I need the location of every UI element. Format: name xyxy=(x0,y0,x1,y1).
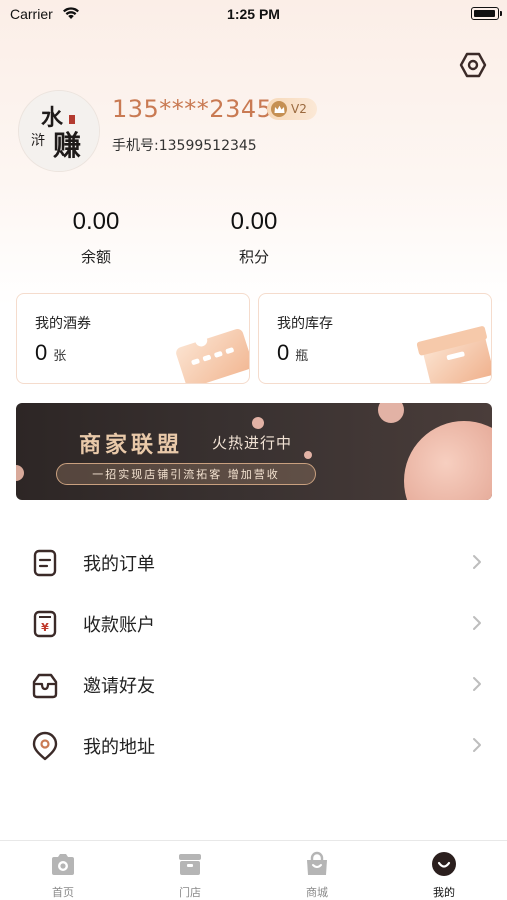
avatar[interactable]: 水 浒 赚 xyxy=(18,90,100,172)
svg-text:赚: 赚 xyxy=(53,129,81,162)
wine-voucher-unit: 张 xyxy=(53,349,67,364)
battery-icon xyxy=(471,7,502,20)
chevron-right-icon xyxy=(473,555,481,569)
points-value: 0.00 xyxy=(230,208,278,235)
tab-home[interactable]: 首页 xyxy=(0,841,126,900)
tab-mall[interactable]: 商城 xyxy=(254,841,380,900)
balance-label: 余额 xyxy=(80,248,111,266)
inventory-unit: 瓶 xyxy=(295,349,309,364)
balance-stat[interactable]: 0.00 余额 xyxy=(36,208,156,267)
tab-mine[interactable]: 我的 xyxy=(381,841,507,900)
menu-label-invite-friends: 邀请好友 xyxy=(83,676,155,697)
order-icon xyxy=(33,549,57,577)
decor-bubble xyxy=(404,421,492,500)
username: 135****2345 xyxy=(112,95,273,123)
decor-bubble xyxy=(252,417,264,429)
merchant-alliance-banner[interactable]: 商家联盟 火热进行中 一招实现店铺引流拓客 增加营收 xyxy=(16,403,492,500)
inventory-count: 0 瓶 xyxy=(277,340,308,366)
menu-label-orders: 我的订单 xyxy=(83,554,155,575)
inventory-title: 我的库存 xyxy=(277,316,333,332)
inventory-number: 0 xyxy=(277,340,290,365)
settings-button[interactable] xyxy=(456,48,490,82)
wine-voucher-number: 0 xyxy=(35,340,48,365)
menu-item-invite-friends[interactable]: 邀请好友 xyxy=(0,656,507,712)
tab-label-mall: 商城 xyxy=(306,886,328,899)
svg-text:水: 水 xyxy=(41,105,64,131)
wine-voucher-title: 我的酒券 xyxy=(35,316,91,332)
banner-tagline: 一招实现店铺引流拓客 增加营收 xyxy=(92,468,280,481)
ticket-illustration-icon xyxy=(176,329,249,383)
decor-bubble xyxy=(378,403,404,423)
points-label: 积分 xyxy=(238,248,269,266)
tab-label-store: 门店 xyxy=(179,886,201,899)
svg-text:浒: 浒 xyxy=(31,133,45,149)
vip-badge[interactable]: V2 xyxy=(267,98,317,120)
profile-page: Carrier 1:25 PM 水 浒 赚 135****2345 V2 手机号 xyxy=(0,0,507,900)
box-illustration-icon xyxy=(416,326,491,383)
crown-icon xyxy=(271,101,287,117)
bottom-tab-bar: 首页 门店 商城 我的 xyxy=(0,840,507,900)
svg-text:¥: ¥ xyxy=(41,621,49,634)
vip-level: V2 xyxy=(291,102,307,116)
gear-icon xyxy=(459,52,487,78)
inventory-card[interactable]: 我的库存 0 瓶 xyxy=(258,293,492,384)
tab-label-mine: 我的 xyxy=(433,886,455,899)
camera-home-icon xyxy=(52,854,74,875)
clock: 1:25 PM xyxy=(227,6,280,22)
avatar-calligraphy-logo: 水 浒 赚 xyxy=(19,91,99,171)
chevron-right-icon xyxy=(473,677,481,691)
banner-title: 商家联盟 xyxy=(79,432,184,458)
banner-tagline-pill: 一招实现店铺引流拓客 增加营收 xyxy=(56,463,316,485)
phone-number: 手机号:13599512345 xyxy=(112,138,257,154)
tab-label-home: 首页 xyxy=(52,886,74,899)
profile-smile-icon xyxy=(432,852,456,876)
chevron-right-icon xyxy=(473,616,481,630)
menu-item-payment-account[interactable]: ¥ 收款账户 xyxy=(0,595,507,651)
tab-store[interactable]: 门店 xyxy=(127,841,253,900)
invite-icon xyxy=(32,673,58,699)
store-icon xyxy=(179,854,201,875)
menu-item-orders[interactable]: 我的订单 xyxy=(0,534,507,590)
menu-item-address[interactable]: 我的地址 xyxy=(0,717,507,773)
chevron-right-icon xyxy=(473,738,481,752)
menu-label-payment-account: 收款账户 xyxy=(83,615,155,636)
shopping-bag-icon xyxy=(307,851,327,875)
wine-voucher-count: 0 张 xyxy=(35,340,66,366)
wine-voucher-card[interactable]: 我的酒券 0 张 xyxy=(16,293,250,384)
location-icon xyxy=(32,731,58,761)
menu-label-address: 我的地址 xyxy=(83,737,155,758)
points-stat[interactable]: 0.00 积分 xyxy=(194,208,314,267)
decor-bubble xyxy=(304,451,312,459)
banner-subtitle: 火热进行中 xyxy=(212,434,293,452)
decor-bubble xyxy=(16,465,24,481)
status-bar: Carrier 1:25 PM xyxy=(0,0,507,28)
wallet-yuan-icon: ¥ xyxy=(33,610,57,638)
balance-value: 0.00 xyxy=(72,208,120,235)
